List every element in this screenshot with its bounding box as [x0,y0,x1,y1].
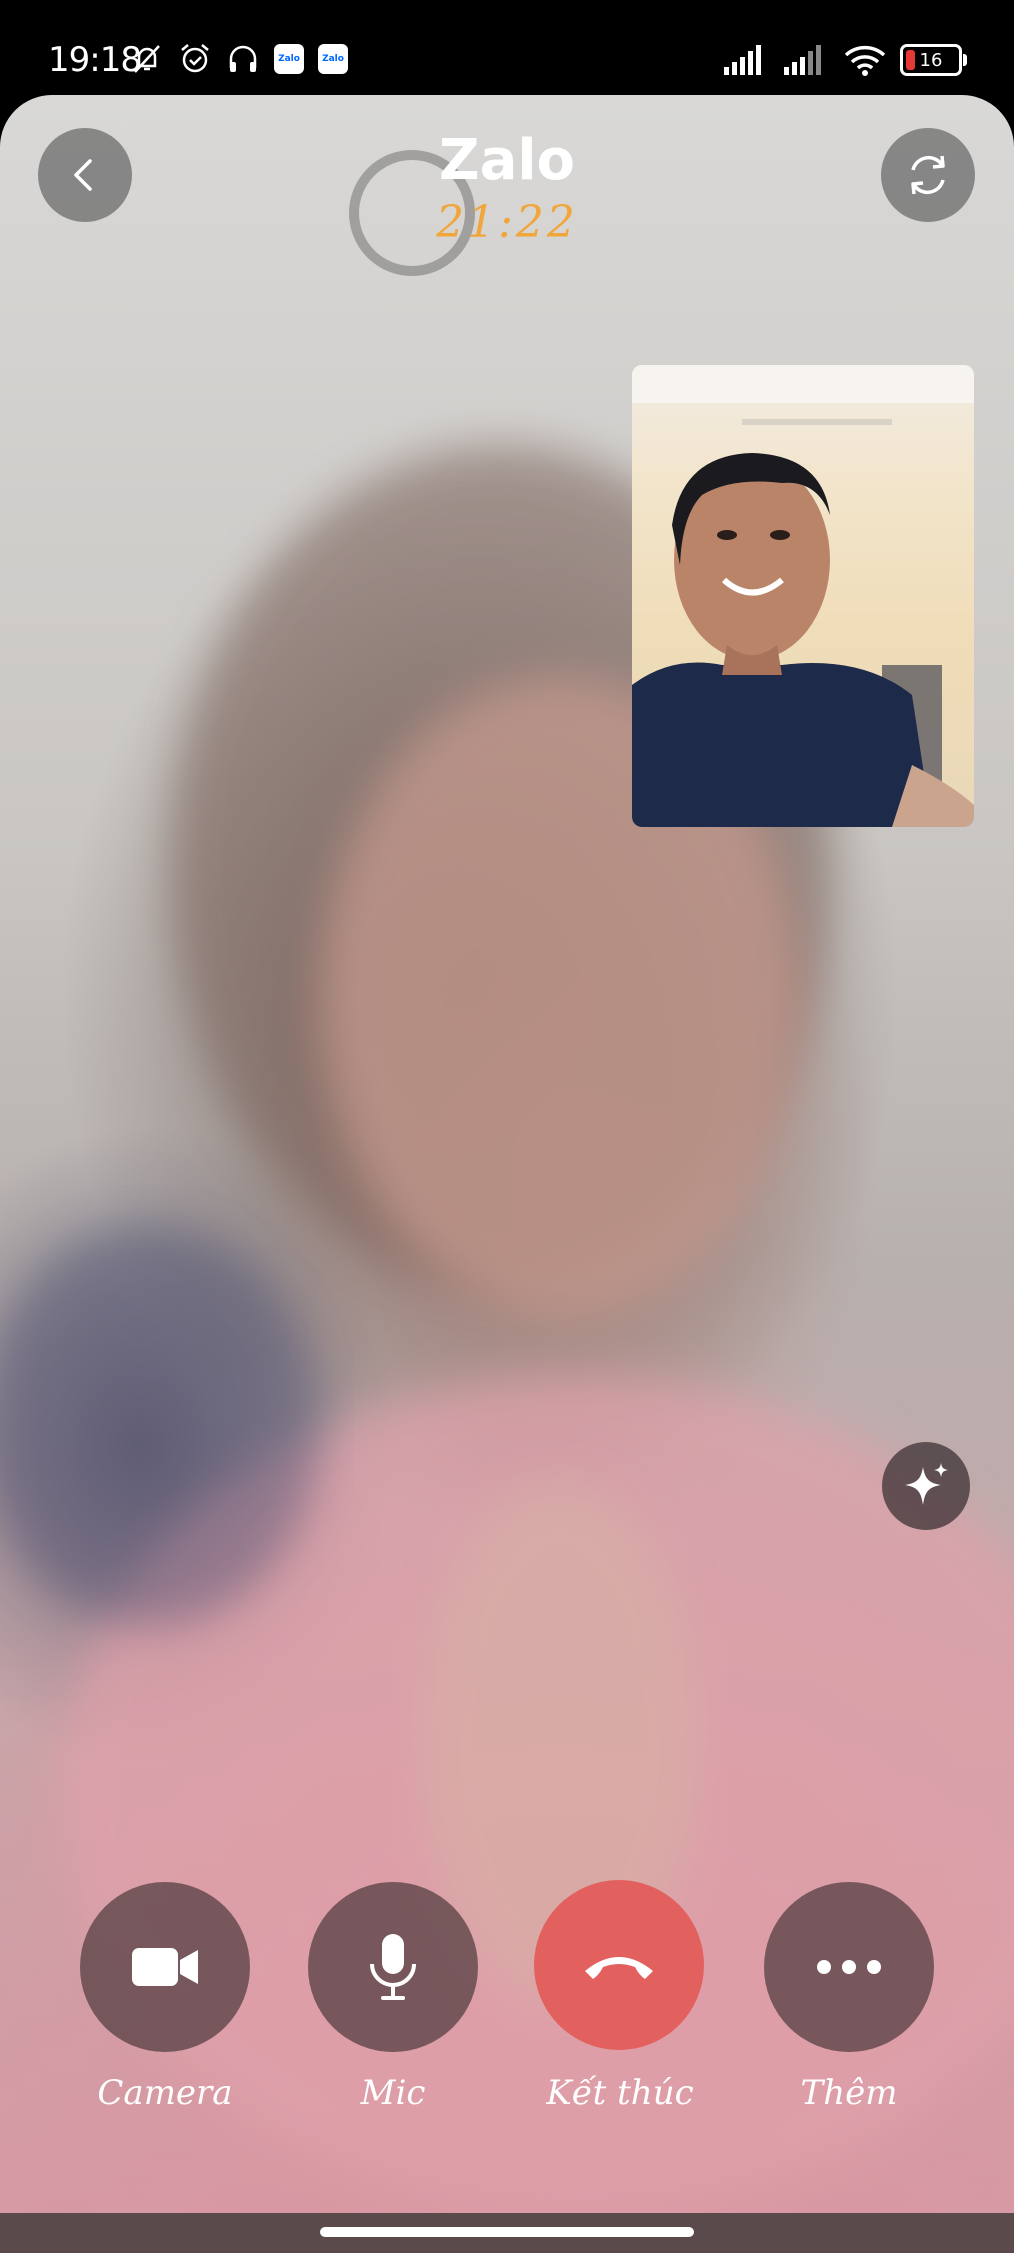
video-camera-icon [132,1948,198,1986]
cell-signal-icon [784,45,821,75]
bell-off-icon [134,45,160,73]
camera-label: Camera [97,2073,233,2113]
battery-icon: 16 [900,44,967,76]
end-call-label: Kết thúc [546,2073,694,2113]
battery-level: 16 [919,49,943,71]
call-timer: 21:22 [436,197,578,248]
status-bar: 19:18 Zalo Zalo 16 [0,0,1014,95]
call-title: Zalo [438,128,576,193]
hang-up-icon [585,1957,653,1979]
switch-camera-button[interactable] [881,128,975,222]
end-call-button[interactable] [534,1880,704,2050]
zalo-notification-icon: Zalo [274,44,304,74]
battery-fill [906,50,915,70]
camera-toggle-button[interactable] [80,1882,250,2052]
wifi-icon [844,45,886,76]
alarm-icon [181,44,209,73]
mic-toggle-button[interactable] [308,1882,478,2052]
self-video-image [632,365,974,827]
zalo-notification-icon: Zalo [318,44,348,74]
more-dots-icon [817,1960,881,1974]
status-right-icons: 16 [724,44,967,76]
camera-switch-icon [911,155,945,195]
status-time: 19:18 [48,40,142,80]
mic-label: Mic [360,2073,426,2113]
effects-button[interactable] [882,1442,970,1530]
headphones-icon [229,45,257,72]
home-indicator[interactable] [320,2227,694,2237]
remote-video-feed: Zalo 21:22 Camera Mic Kết thúc Thêm [0,95,1014,2213]
status-left-icons: Zalo Zalo [130,42,348,76]
microphone-icon [370,1934,416,2000]
sparkle-icon [905,1463,948,1505]
self-video-preview[interactable] [632,365,974,827]
more-label: Thêm [800,2073,898,2113]
more-options-button[interactable] [764,1882,934,2052]
cell-signal-icon [724,45,761,75]
